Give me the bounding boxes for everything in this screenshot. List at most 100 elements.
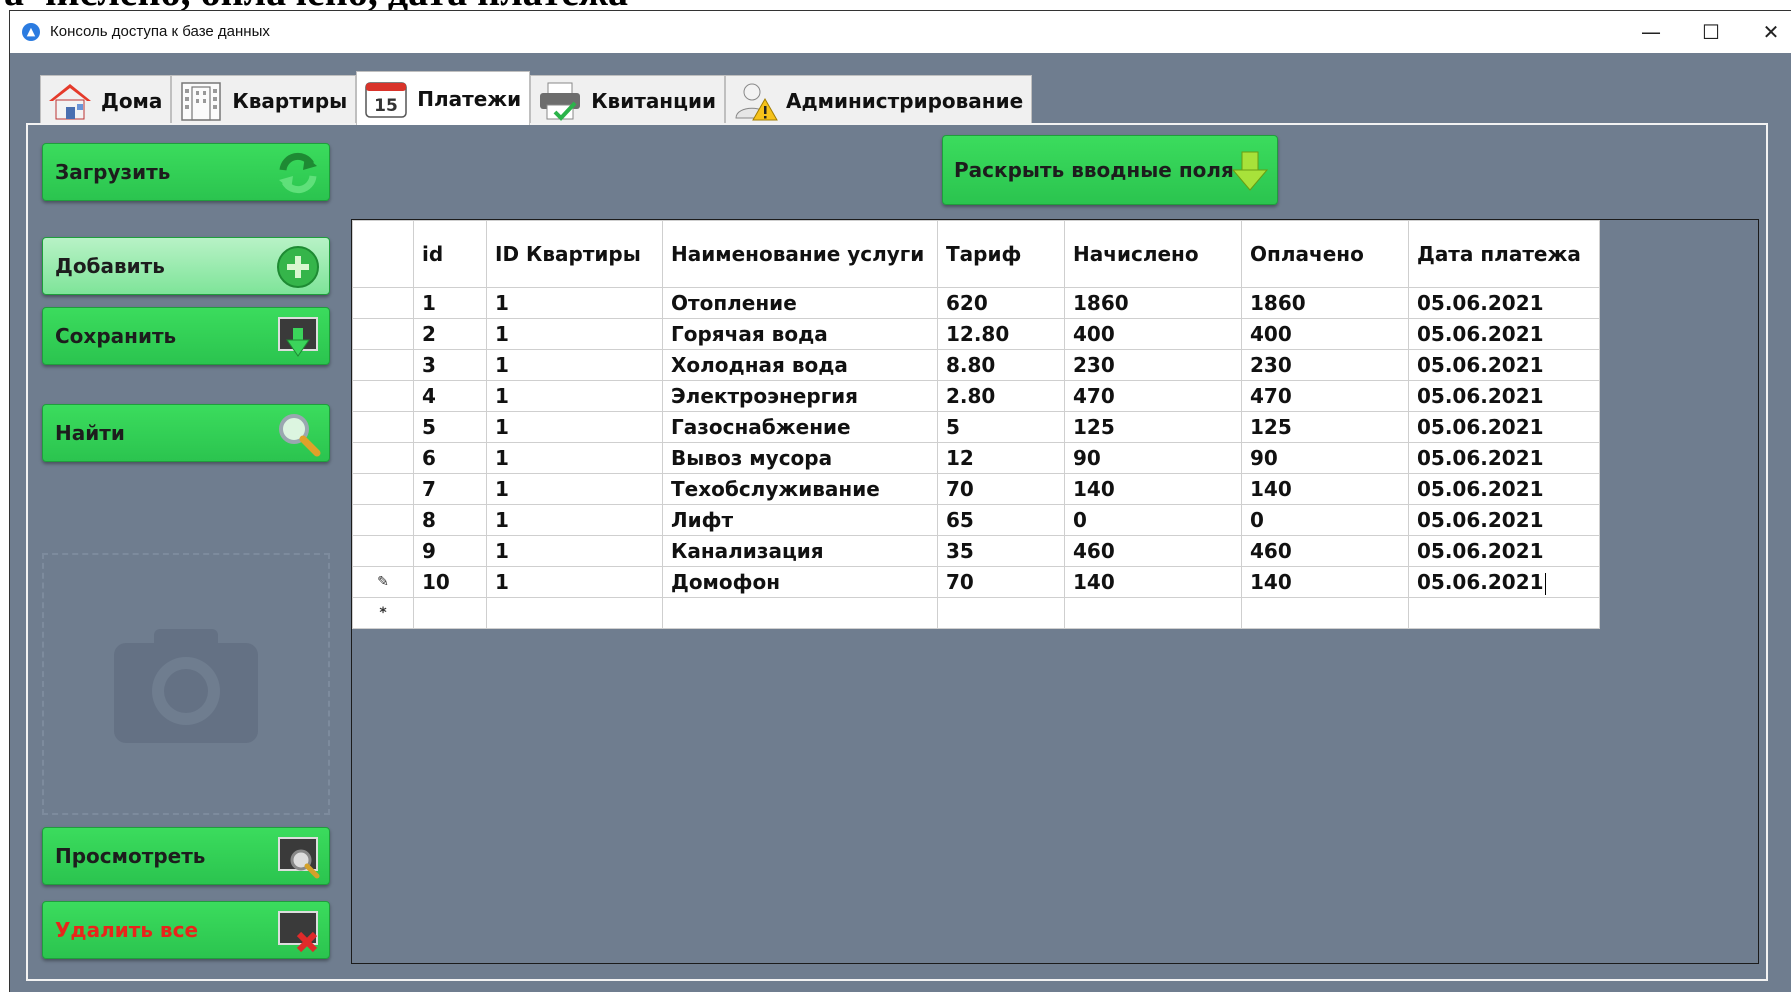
cell-payment-date[interactable]: 05.06.2021 <box>1408 318 1600 350</box>
view-button[interactable]: Просмотреть <box>42 827 330 885</box>
tab-payments[interactable]: 15 Платежи <box>356 71 531 125</box>
cell-payment-date[interactable]: 05.06.2021 <box>1408 349 1600 381</box>
cell-payment-date[interactable]: 05.06.2021 <box>1408 473 1600 505</box>
cell-new-paid[interactable] <box>1241 597 1409 629</box>
cell-charged[interactable]: 400 <box>1064 318 1242 350</box>
cell-service-name[interactable]: Газоснабжение <box>662 411 938 443</box>
cell-payment-date[interactable]: 05.06.2021 <box>1408 287 1600 319</box>
column-header-paid[interactable]: Оплачено <box>1241 220 1409 288</box>
column-header-charged[interactable]: Начислено <box>1064 220 1242 288</box>
tab-receipts[interactable]: Квитанции <box>530 75 725 125</box>
table-row[interactable]: 6 1 Вывоз мусора 12 90 90 05.06.2021 <box>352 442 1600 474</box>
close-button[interactable]: ✕ <box>1741 11 1791 53</box>
cell-service-name[interactable]: Электроэнергия <box>662 380 938 412</box>
cell-id[interactable]: 7 <box>413 473 487 505</box>
row-header-edit-marker[interactable]: ✎ <box>352 566 414 598</box>
row-header[interactable] <box>352 318 414 350</box>
row-header[interactable] <box>352 287 414 319</box>
cell-charged[interactable]: 140 <box>1064 566 1242 598</box>
cell-payment-date[interactable]: 05.06.2021 <box>1408 411 1600 443</box>
load-button[interactable]: Загрузить <box>42 143 330 201</box>
cell-tariff[interactable]: 12.80 <box>937 318 1065 350</box>
cell-new-charged[interactable] <box>1064 597 1242 629</box>
column-header-tariff[interactable]: Тариф <box>937 220 1065 288</box>
cell-apartment-id[interactable]: 1 <box>486 287 663 319</box>
cell-id[interactable]: 2 <box>413 318 487 350</box>
cell-service-name[interactable]: Отопление <box>662 287 938 319</box>
column-header-payment-date[interactable]: Дата платежа <box>1408 220 1600 288</box>
cell-apartment-id[interactable]: 1 <box>486 411 663 443</box>
cell-tariff[interactable]: 2.80 <box>937 380 1065 412</box>
cell-id[interactable]: 3 <box>413 349 487 381</box>
table-row[interactable]: 5 1 Газоснабжение 5 125 125 05.06.2021 <box>352 411 1600 443</box>
cell-apartment-id[interactable]: 1 <box>486 442 663 474</box>
cell-charged[interactable]: 460 <box>1064 535 1242 567</box>
cell-service-name[interactable]: Горячая вода <box>662 318 938 350</box>
cell-apartment-id[interactable]: 1 <box>486 504 663 536</box>
table-row[interactable]: 7 1 Техобслуживание 70 140 140 05.06.2021 <box>352 473 1600 505</box>
table-row[interactable]: 4 1 Электроэнергия 2.80 470 470 05.06.2021 <box>352 380 1600 412</box>
table-row-editing[interactable]: ✎ 10 1 Домофон 70 140 140 05.06.2021 <box>352 566 1600 598</box>
cell-charged[interactable]: 140 <box>1064 473 1242 505</box>
cell-tariff[interactable]: 65 <box>937 504 1065 536</box>
cell-service-name[interactable]: Домофон <box>662 566 938 598</box>
cell-tariff[interactable]: 70 <box>937 566 1065 598</box>
cell-paid[interactable]: 230 <box>1241 349 1409 381</box>
table-row[interactable]: 3 1 Холодная вода 8.80 230 230 05.06.2021 <box>352 349 1600 381</box>
cell-id[interactable]: 6 <box>413 442 487 474</box>
cell-id[interactable]: 9 <box>413 535 487 567</box>
cell-new-payment-date[interactable] <box>1408 597 1600 629</box>
cell-tariff[interactable]: 12 <box>937 442 1065 474</box>
column-header-service-name[interactable]: Наименование услуги <box>662 220 938 288</box>
cell-apartment-id[interactable]: 1 <box>486 473 663 505</box>
minimize-button[interactable]: — <box>1621 11 1681 53</box>
cell-apartment-id[interactable]: 1 <box>486 349 663 381</box>
tab-apartments[interactable]: Квартиры <box>171 75 357 125</box>
row-header-new-marker[interactable]: * <box>352 597 414 629</box>
cell-apartment-id[interactable]: 1 <box>486 535 663 567</box>
save-button[interactable]: Сохранить <box>42 307 330 365</box>
table-row[interactable]: 8 1 Лифт 65 0 0 05.06.2021 <box>352 504 1600 536</box>
cell-paid[interactable]: 470 <box>1241 380 1409 412</box>
maximize-button[interactable]: ☐ <box>1681 11 1741 53</box>
cell-paid[interactable]: 1860 <box>1241 287 1409 319</box>
row-header[interactable] <box>352 411 414 443</box>
cell-service-name[interactable]: Техобслуживание <box>662 473 938 505</box>
cell-paid[interactable]: 140 <box>1241 566 1409 598</box>
cell-apartment-id[interactable]: 1 <box>486 380 663 412</box>
column-header-apartment-id[interactable]: ID Квартиры <box>486 220 663 288</box>
cell-service-name[interactable]: Вывоз мусора <box>662 442 938 474</box>
tab-administration[interactable]: Администрирование <box>724 75 1033 125</box>
cell-service-name[interactable]: Лифт <box>662 504 938 536</box>
cell-charged[interactable]: 90 <box>1064 442 1242 474</box>
row-header[interactable] <box>352 504 414 536</box>
table-row[interactable]: 9 1 Канализация 35 460 460 05.06.2021 <box>352 535 1600 567</box>
cell-payment-date[interactable]: 05.06.2021 <box>1408 442 1600 474</box>
table-row[interactable]: 2 1 Горячая вода 12.80 400 400 05.06.2021 <box>352 318 1600 350</box>
find-button[interactable]: Найти <box>42 404 330 462</box>
cell-id[interactable]: 4 <box>413 380 487 412</box>
cell-tariff[interactable]: 70 <box>937 473 1065 505</box>
row-header[interactable] <box>352 380 414 412</box>
cell-payment-date[interactable]: 05.06.2021 <box>1408 380 1600 412</box>
cell-new-id[interactable] <box>413 597 487 629</box>
row-header[interactable] <box>352 349 414 381</box>
cell-id[interactable]: 8 <box>413 504 487 536</box>
cell-charged[interactable]: 470 <box>1064 380 1242 412</box>
cell-charged[interactable]: 0 <box>1064 504 1242 536</box>
cell-new-apartment-id[interactable] <box>486 597 663 629</box>
cell-paid[interactable]: 0 <box>1241 504 1409 536</box>
cell-id[interactable]: 1 <box>413 287 487 319</box>
cell-payment-date[interactable]: 05.06.2021 <box>1408 504 1600 536</box>
cell-tariff[interactable]: 8.80 <box>937 349 1065 381</box>
cell-charged[interactable]: 230 <box>1064 349 1242 381</box>
cell-id[interactable]: 5 <box>413 411 487 443</box>
row-header[interactable] <box>352 442 414 474</box>
table-row[interactable]: 1 1 Отопление 620 1860 1860 05.06.2021 <box>352 287 1600 319</box>
column-header-id[interactable]: id <box>413 220 487 288</box>
cell-new-service-name[interactable] <box>662 597 938 629</box>
cell-paid[interactable]: 125 <box>1241 411 1409 443</box>
tab-houses[interactable]: Дома <box>40 75 172 125</box>
row-header[interactable] <box>352 473 414 505</box>
cell-apartment-id[interactable]: 1 <box>486 318 663 350</box>
